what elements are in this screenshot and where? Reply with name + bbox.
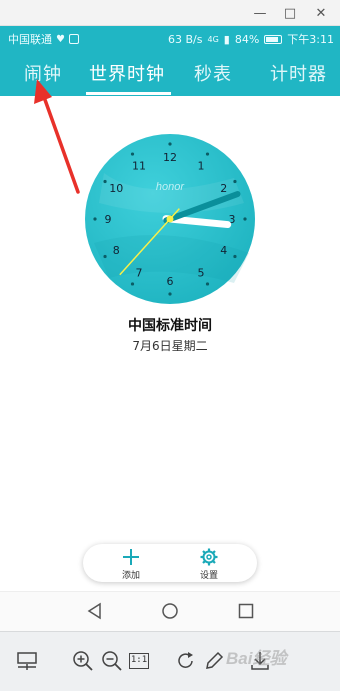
maximize-button[interactable]: □ bbox=[281, 4, 299, 22]
clock-number: 9 bbox=[105, 213, 112, 226]
clock-tick bbox=[168, 292, 172, 296]
actual-size-label: 1:1 bbox=[129, 653, 149, 669]
clock-tick bbox=[93, 217, 97, 221]
clock-number: 12 bbox=[163, 151, 177, 164]
back-icon[interactable] bbox=[86, 602, 104, 620]
gear-icon bbox=[200, 548, 218, 566]
tab-stopwatch[interactable]: 秒表 bbox=[194, 60, 232, 86]
pencil-icon[interactable] bbox=[203, 650, 225, 672]
clock-tick bbox=[130, 282, 135, 286]
tab-indicator bbox=[86, 92, 171, 95]
layout-icon[interactable] bbox=[16, 650, 38, 672]
clock-tick bbox=[205, 152, 210, 156]
clock-tick bbox=[233, 254, 237, 259]
signal-label: 4G bbox=[207, 34, 219, 44]
clock-number: 8 bbox=[113, 244, 120, 257]
settings-button[interactable]: 设置 bbox=[184, 547, 234, 581]
add-label: 添加 bbox=[121, 571, 140, 581]
rotate-icon[interactable] bbox=[175, 650, 197, 672]
app-notification-icon bbox=[68, 34, 79, 44]
carrier-label: 中国联通 bbox=[8, 33, 52, 46]
clock-tick bbox=[103, 254, 107, 259]
clock-tick bbox=[130, 152, 135, 156]
add-button[interactable]: 添加 bbox=[106, 547, 156, 581]
action-pill: 添加 设置 bbox=[83, 544, 257, 582]
clock-number: 11 bbox=[132, 159, 146, 172]
signal-icon: ▮ bbox=[223, 32, 230, 46]
tab-world-clock[interactable]: 世界时钟 bbox=[89, 60, 165, 86]
clock-center bbox=[166, 215, 174, 223]
clock-tick bbox=[103, 179, 107, 184]
world-clock-panel: honor 12 1 2 3 4 5 6 7 8 9 10 11 中国标准时间 7月6日星期二 添加 bbox=[0, 96, 340, 591]
home-icon[interactable] bbox=[161, 602, 179, 620]
clock-brand: honor bbox=[156, 181, 185, 193]
recent-apps-icon[interactable] bbox=[237, 602, 255, 620]
minimize-button[interactable]: — bbox=[251, 4, 269, 22]
system-nav-bar bbox=[0, 591, 340, 631]
clock-tick bbox=[168, 142, 172, 146]
battery-percent: 84% bbox=[234, 32, 260, 46]
watermark: Bai经验 bbox=[226, 649, 287, 668]
clock-tick bbox=[205, 282, 210, 286]
settings-label: 设置 bbox=[199, 571, 218, 581]
analog-clock: honor 121234567891011 bbox=[85, 134, 255, 304]
clock-number: 4 bbox=[220, 244, 227, 257]
clock-number: 7 bbox=[136, 267, 143, 280]
clock-tick bbox=[243, 217, 247, 221]
tab-bar: 闹钟 世界时钟 秒表 计时器 bbox=[0, 50, 340, 96]
clock-tick bbox=[233, 179, 237, 184]
battery-icon bbox=[264, 34, 283, 44]
clock-number: 2 bbox=[220, 182, 227, 195]
status-bar: 中国联通 ♥ 63 B/s 4G ▮ 84% 下午3:11 bbox=[0, 26, 340, 50]
plus-icon bbox=[123, 549, 139, 565]
window-titlebar: — □ ✕ bbox=[0, 0, 340, 26]
actual-size-button[interactable]: 1:1 bbox=[129, 650, 151, 672]
timezone-date: 7月6日星期二 bbox=[132, 339, 208, 353]
network-speed: 63 B/s bbox=[168, 32, 203, 46]
zoom-out-icon[interactable] bbox=[101, 650, 123, 672]
clock-number: 10 bbox=[109, 182, 123, 195]
clock-number: 1 bbox=[198, 159, 205, 172]
tab-timer[interactable]: 计时器 bbox=[270, 60, 327, 86]
tab-alarm[interactable]: 闹钟 bbox=[24, 60, 62, 86]
close-button[interactable]: ✕ bbox=[312, 4, 330, 22]
clock-number: 5 bbox=[198, 267, 205, 280]
health-icon: ♥ bbox=[56, 33, 65, 45]
clock-number: 6 bbox=[167, 275, 174, 288]
timezone-name: 中国标准时间 bbox=[128, 318, 212, 334]
status-time: 下午3:11 bbox=[287, 33, 334, 46]
viewer-toolbar: 1:1 bbox=[0, 631, 340, 691]
zoom-in-icon[interactable] bbox=[72, 650, 94, 672]
